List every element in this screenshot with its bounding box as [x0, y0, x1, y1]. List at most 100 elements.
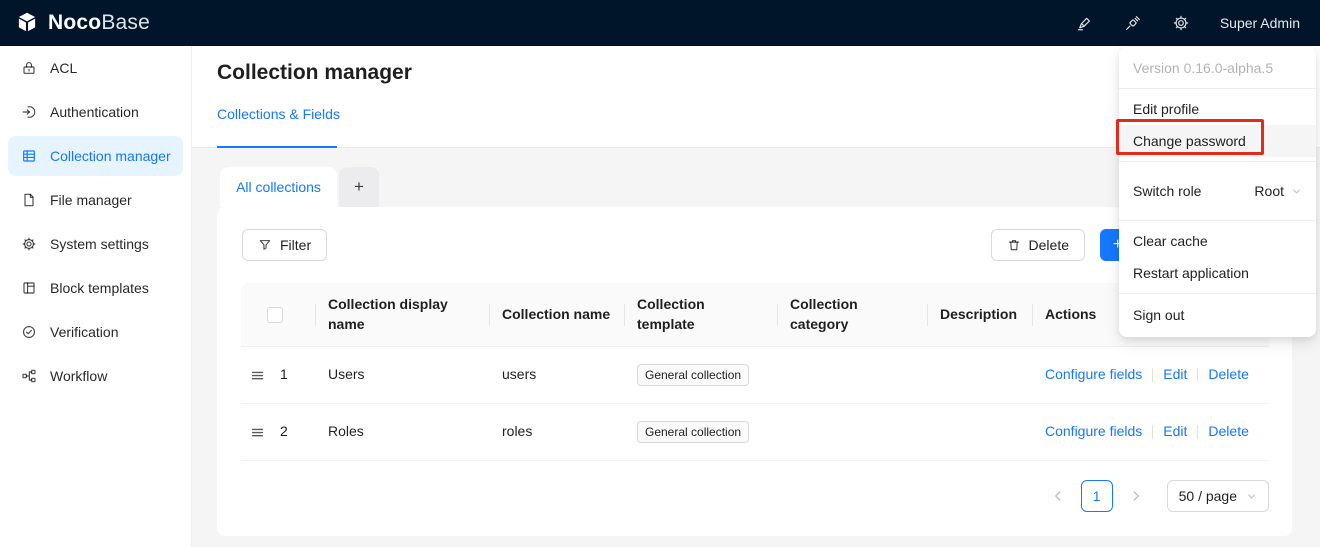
sidebar-item-file-manager[interactable]: File manager — [8, 180, 183, 220]
page-title: Collection manager — [217, 61, 412, 85]
role-select[interactable]: Root — [1254, 183, 1302, 199]
page-size-select[interactable]: 50 / page — [1167, 480, 1269, 512]
collection-template-tag: General collection — [637, 421, 749, 443]
divider — [1152, 425, 1153, 439]
topbar: NocoBase Super Admin — [0, 0, 1320, 46]
page-number-button[interactable]: 1 — [1081, 480, 1113, 512]
configure-fields-link[interactable]: Configure fields — [1045, 365, 1142, 385]
header-select-all — [241, 283, 316, 346]
cell-collection-name: roles — [490, 404, 625, 460]
logo-text: NocoBase — [48, 11, 150, 35]
lock-icon — [21, 60, 37, 76]
sidebar-item-label: Block templates — [50, 280, 149, 296]
layout-icon — [21, 280, 37, 296]
sidebar-item-label: Workflow — [50, 368, 107, 384]
tab-all-collections[interactable]: All collections — [220, 167, 337, 207]
divider — [1119, 161, 1316, 162]
collections-table: Collection display name Collection name … — [241, 283, 1269, 461]
table-row: 2 Roles roles General collection Configu… — [241, 404, 1269, 461]
row-index: 1 — [280, 365, 288, 385]
header-collection-template: Collection template — [625, 283, 778, 346]
next-page-icon[interactable] — [1129, 489, 1143, 503]
cell-description — [928, 404, 1033, 460]
sidebar-item-label: Collection manager — [50, 148, 171, 164]
divider — [1152, 368, 1153, 382]
collection-template-tag: General collection — [637, 364, 749, 386]
sidebar-item-system-settings[interactable]: System settings — [8, 224, 183, 264]
chevron-down-icon — [1246, 491, 1257, 502]
chevron-down-icon — [1291, 186, 1302, 197]
sidebar-item-acl[interactable]: ACL — [8, 48, 183, 88]
menu-item-sign-out[interactable]: Sign out — [1119, 298, 1316, 332]
sidebar-item-workflow[interactable]: Workflow — [8, 356, 183, 396]
topbar-actions: Super Admin — [1076, 14, 1300, 32]
sidebar-item-label: Authentication — [50, 104, 139, 120]
drag-handle-icon[interactable] — [250, 368, 265, 383]
nocobase-app: NocoBase Super Admin ACL — [0, 0, 1320, 547]
sidebar-item-authentication[interactable]: Authentication — [8, 92, 183, 132]
cell-display-name: Users — [316, 347, 490, 403]
plugin-api-icon[interactable] — [1124, 14, 1142, 32]
header-collection-name: Collection name — [490, 283, 625, 346]
cell-collection-name: users — [490, 347, 625, 403]
sidebar-item-label: System settings — [50, 236, 149, 252]
divider — [1119, 220, 1316, 221]
menu-item-clear-cache[interactable]: Clear cache — [1119, 225, 1316, 257]
user-dropdown-menu: Version 0.16.0-alpha.5 Edit profile Chan… — [1119, 47, 1316, 337]
delete-button[interactable]: Delete — [991, 229, 1085, 261]
sidebar-item-label: File manager — [50, 192, 132, 208]
workflow-nodes-icon — [21, 368, 37, 384]
select-all-checkbox[interactable] — [267, 307, 283, 323]
table-icon — [21, 148, 37, 164]
configure-fields-link[interactable]: Configure fields — [1045, 422, 1142, 442]
cell-category — [778, 404, 928, 460]
delete-link[interactable]: Delete — [1208, 365, 1248, 385]
add-category-tab-button[interactable]: + — [339, 167, 379, 207]
nocobase-logo[interactable]: NocoBase — [14, 10, 150, 36]
edit-link[interactable]: Edit — [1163, 422, 1187, 442]
header-description: Description — [928, 283, 1033, 346]
trash-icon — [1007, 238, 1021, 252]
menu-item-restart-application[interactable]: Restart application — [1119, 257, 1316, 289]
cell-display-name: Roles — [316, 404, 490, 460]
header-collection-category: Collection category — [778, 283, 928, 346]
filter-button[interactable]: Filter — [242, 229, 327, 261]
delete-button-label: Delete — [1029, 237, 1069, 253]
table-row: 1 Users users General collection Configu… — [241, 347, 1269, 404]
drag-handle-icon[interactable] — [250, 425, 265, 440]
divider — [1197, 368, 1198, 382]
header-collection-display-name: Collection display name — [316, 283, 490, 346]
pagination: 1 50 / page — [1051, 480, 1269, 512]
menu-item-change-password[interactable]: Change password — [1119, 125, 1316, 157]
sidebar-item-label: Verification — [50, 324, 118, 340]
divider — [1197, 425, 1198, 439]
delete-link[interactable]: Delete — [1208, 422, 1248, 442]
file-icon — [21, 192, 37, 208]
page-size-value: 50 / page — [1179, 488, 1237, 504]
settings-gear-icon[interactable] — [1172, 14, 1190, 32]
ui-editor-highlighter-icon[interactable] — [1076, 14, 1094, 32]
menu-item-switch-role[interactable]: Switch role Root — [1119, 166, 1316, 216]
sidebar-item-verification[interactable]: Verification — [8, 312, 183, 352]
edit-link[interactable]: Edit — [1163, 365, 1187, 385]
role-select-value: Root — [1254, 183, 1284, 199]
logo-cube-icon — [14, 10, 40, 36]
check-circle-icon — [21, 324, 37, 340]
filter-funnel-icon — [258, 238, 272, 252]
cell-description — [928, 347, 1033, 403]
login-icon — [21, 104, 37, 120]
prev-page-icon[interactable] — [1051, 489, 1065, 503]
user-menu-trigger[interactable]: Super Admin — [1220, 15, 1300, 31]
menu-item-edit-profile[interactable]: Edit profile — [1119, 93, 1316, 125]
sidebar-item-label: ACL — [50, 60, 77, 76]
cell-category — [778, 347, 928, 403]
menu-item-version: Version 0.16.0-alpha.5 — [1119, 52, 1316, 84]
row-index: 2 — [280, 422, 288, 442]
sidebar-item-collection-manager[interactable]: Collection manager — [8, 136, 183, 176]
divider — [1119, 88, 1316, 89]
tab-collections-and-fields[interactable]: Collections & Fields — [217, 106, 340, 122]
filter-button-label: Filter — [280, 237, 311, 253]
table-header-row: Collection display name Collection name … — [241, 283, 1269, 347]
gear-icon — [21, 236, 37, 252]
sidebar-item-block-templates[interactable]: Block templates — [8, 268, 183, 308]
